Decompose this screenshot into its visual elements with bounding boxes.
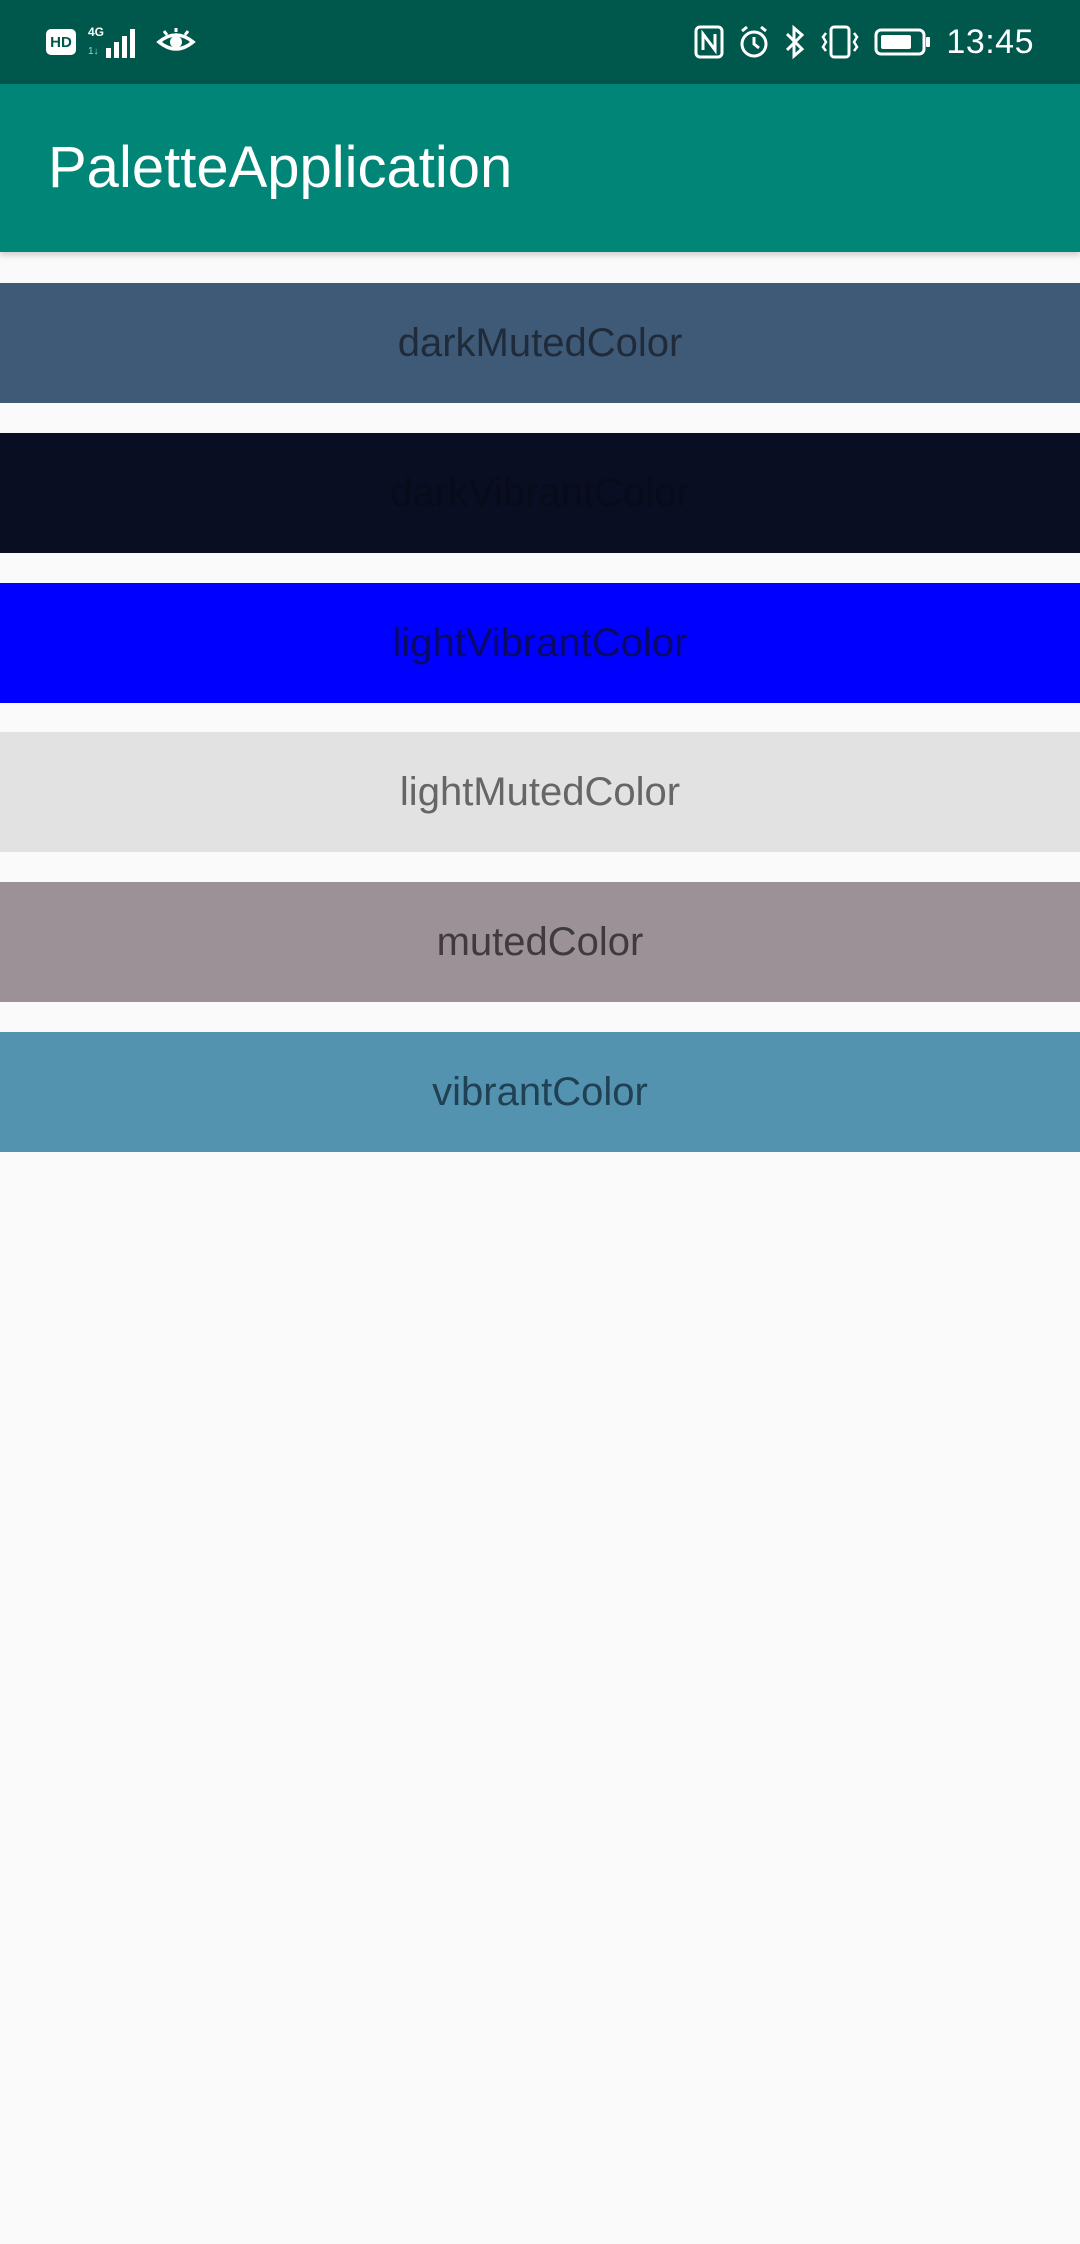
swatch-muted: mutedColor (0, 882, 1080, 1002)
alarm-icon (740, 25, 768, 58)
swatch-label: darkVibrantColor (390, 470, 690, 515)
status-left-icons: HD 4G 1↓ (46, 22, 196, 62)
battery-icon (874, 28, 931, 56)
swatch-label: lightMutedColor (399, 769, 681, 814)
swatch-dark-vibrant: darkVibrantColor (0, 433, 1080, 553)
app-bar: PaletteApplication (0, 84, 1080, 252)
nfc-icon (694, 25, 724, 59)
swatch-label: mutedColor (436, 919, 644, 964)
status-bar: HD 4G 1↓ 13:45 (0, 0, 1080, 84)
network-type-label: 4G (88, 25, 104, 39)
hd-label: HD (50, 33, 72, 51)
vibrate-icon (821, 25, 859, 59)
eye-icon (156, 28, 196, 51)
status-right-icons: 13:45 (694, 20, 1034, 64)
swatch-label: darkMutedColor (397, 320, 683, 365)
swatch-label: vibrantColor (432, 1069, 648, 1114)
app-title: PaletteApplication (48, 135, 513, 200)
swatch-vibrant: vibrantColor (0, 1032, 1080, 1152)
bluetooth-icon (786, 24, 805, 60)
swatch-light-muted: lightMutedColor (0, 732, 1080, 852)
status-time: 13:45 (946, 22, 1034, 61)
svg-text:1↓: 1↓ (88, 46, 99, 57)
signal-icon: 4G 1↓ (88, 25, 135, 58)
swatch-dark-muted: darkMutedColor (0, 283, 1080, 403)
hd-icon: HD (46, 29, 76, 55)
swatch-light-vibrant: lightVibrantColor (0, 583, 1080, 703)
swatch-label: lightVibrantColor (392, 620, 688, 665)
